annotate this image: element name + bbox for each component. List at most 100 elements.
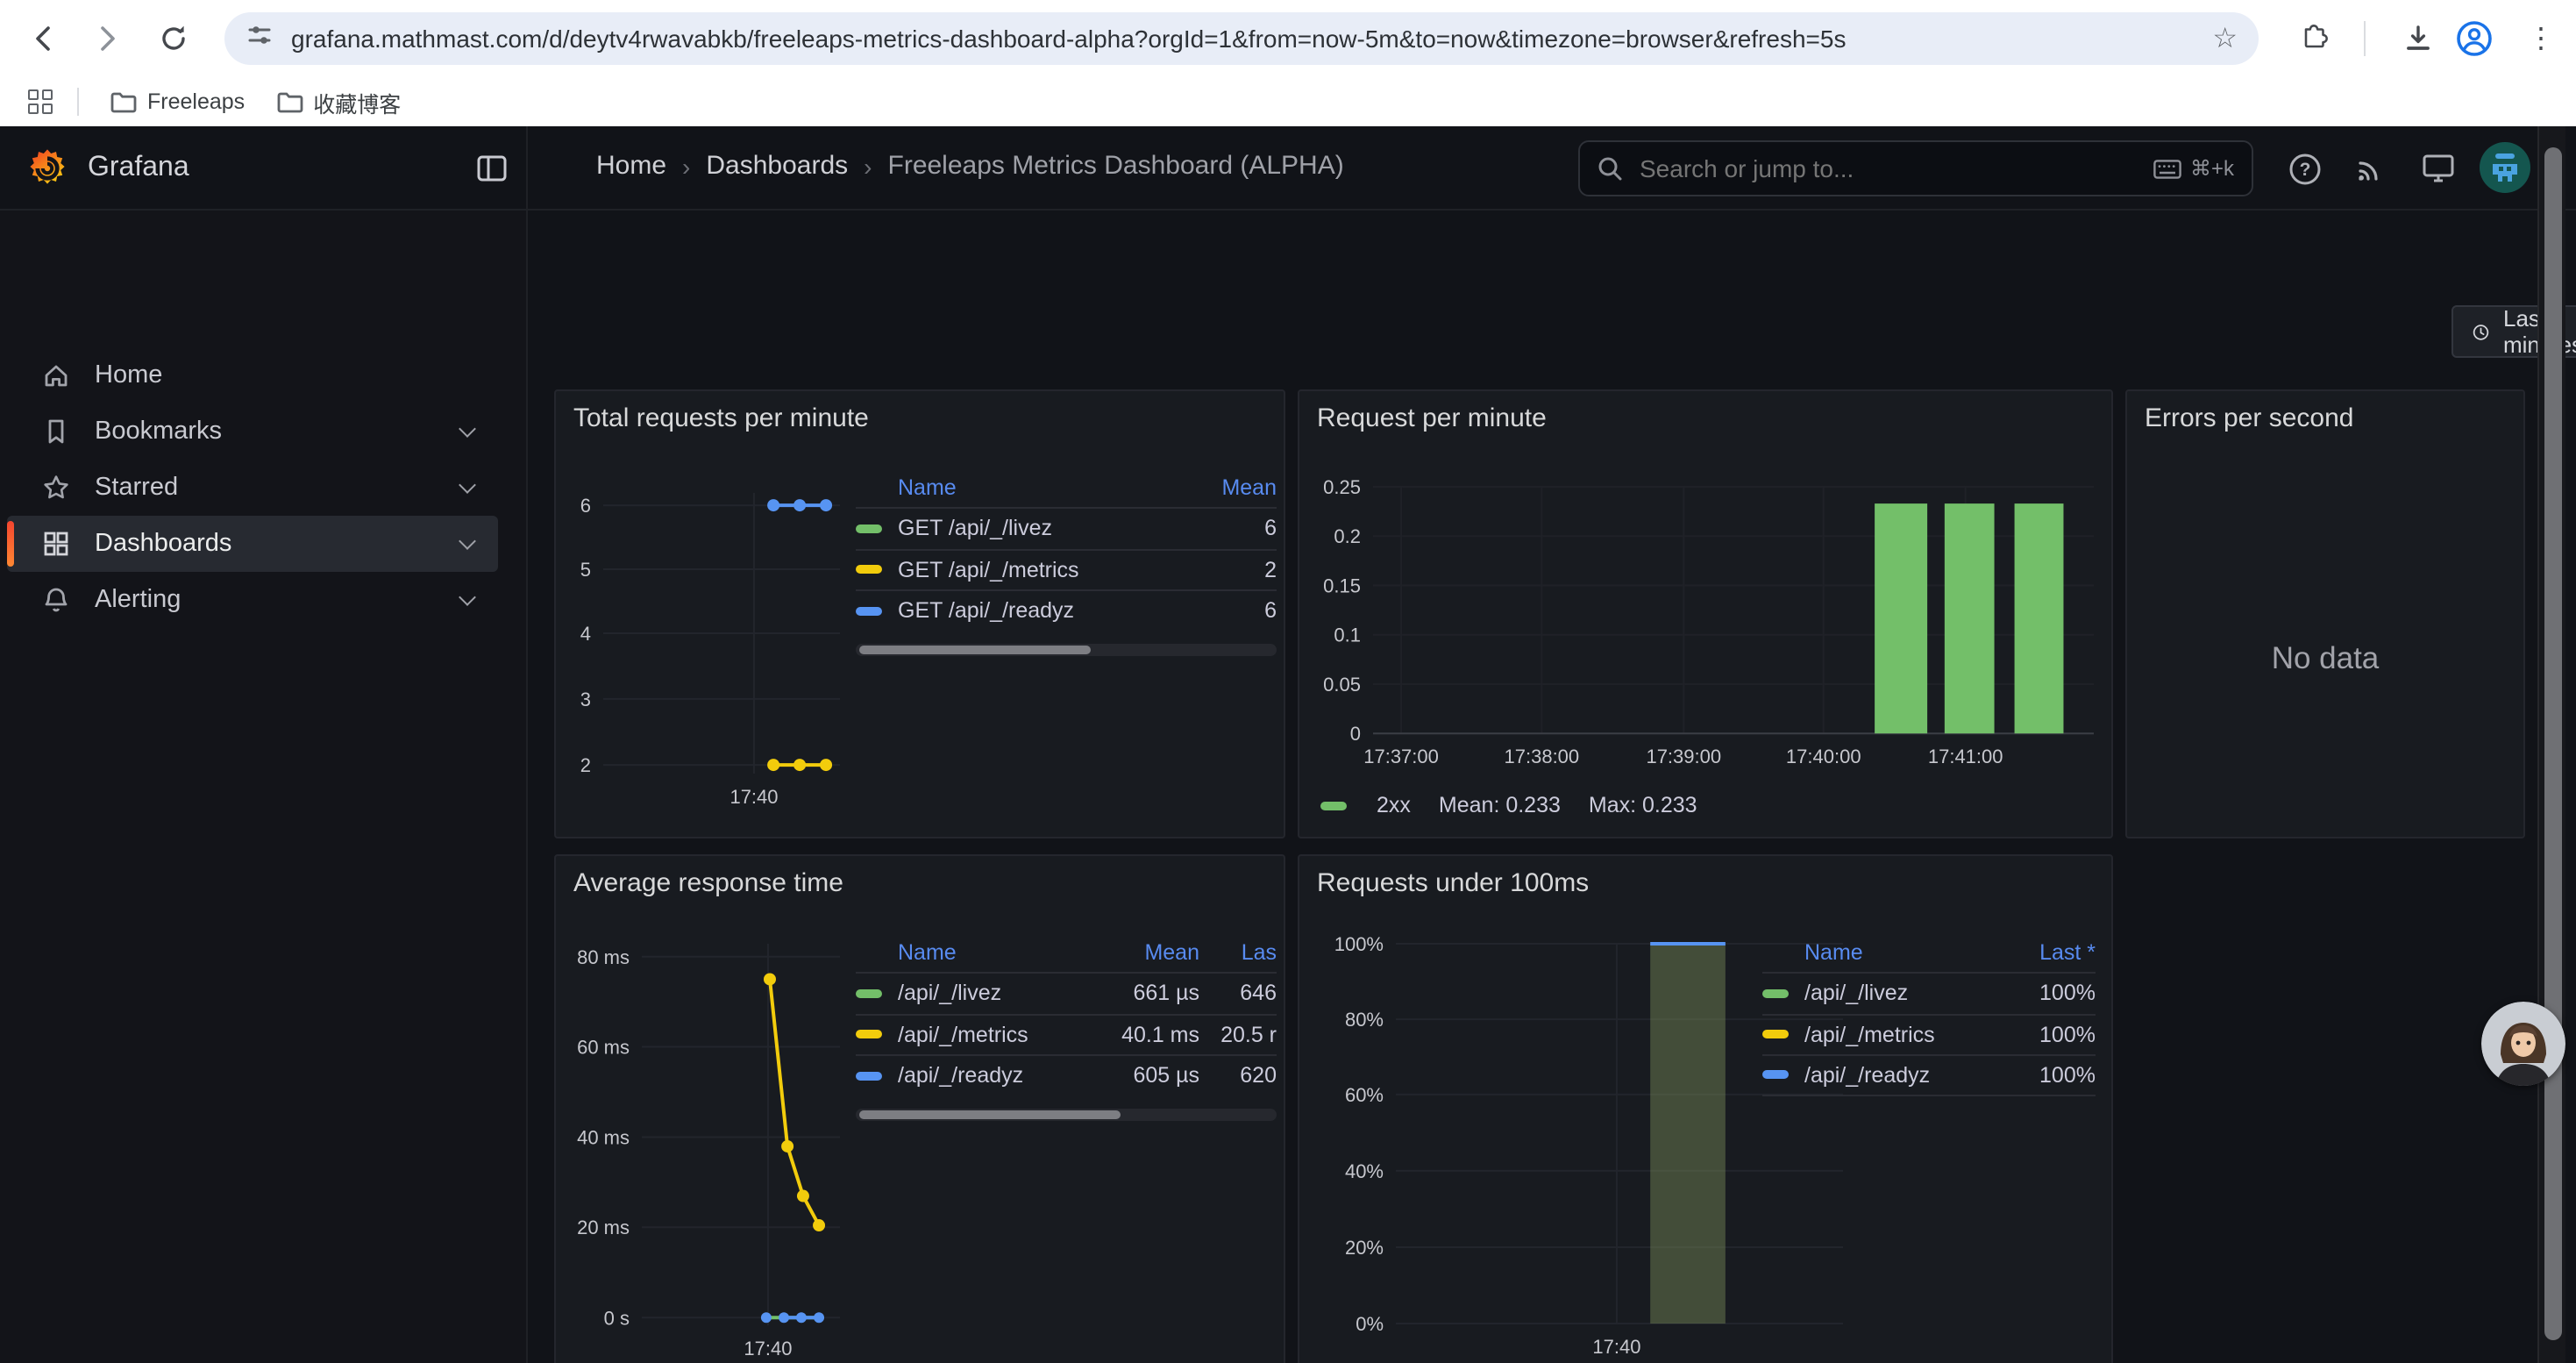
- panel-title[interactable]: Errors per second: [2145, 403, 2353, 433]
- kebab-menu-icon[interactable]: ⋮: [2522, 19, 2560, 58]
- home-icon: [42, 361, 70, 389]
- extensions-icon[interactable]: [2297, 19, 2336, 58]
- panel-title[interactable]: Requests under 100ms: [1317, 868, 1589, 898]
- sidebar: Home Bookmarks Starred Dashboards Alerti: [0, 211, 526, 1363]
- monitor-icon[interactable]: [2416, 147, 2459, 189]
- apps-grid-icon[interactable]: [28, 89, 53, 114]
- apps-icon: [42, 530, 70, 558]
- series-last: 100%: [2011, 1023, 2096, 1047]
- series-mean: 6: [1178, 599, 1277, 624]
- chart-total-requests[interactable]: 6543217:40: [556, 472, 907, 831]
- site-settings-icon[interactable]: [246, 20, 274, 57]
- svg-text:0.2: 0.2: [1334, 525, 1361, 547]
- bookmark-star-icon[interactable]: ☆: [2212, 21, 2238, 56]
- series-name[interactable]: GET /api/_/metrics: [898, 558, 1178, 582]
- search-input[interactable]: [1636, 153, 2139, 184]
- svg-text:0.1: 0.1: [1334, 624, 1361, 646]
- legend-row: /api/_/livez 661 µs 646: [856, 972, 1277, 1013]
- series-chip: [1762, 1031, 1789, 1039]
- legend-header-mean[interactable]: Mean: [1101, 940, 1199, 965]
- breadcrumb-separator: ›: [682, 152, 690, 180]
- svg-text:100%: 100%: [1334, 937, 1384, 955]
- search-icon: [1598, 156, 1622, 181]
- grafana-header: Grafana Home › Dashboards › Freeleaps Me…: [0, 126, 2576, 211]
- legend-header-name[interactable]: Name: [898, 475, 1178, 500]
- breadcrumb-separator: ›: [864, 152, 872, 180]
- sidebar-item-home[interactable]: Home: [7, 347, 498, 403]
- breadcrumb-dashboards[interactable]: Dashboards: [706, 151, 848, 181]
- search-box[interactable]: ⌘+k: [1578, 140, 2253, 196]
- scrollbar-thumb[interactable]: [2544, 147, 2562, 1340]
- forward-icon[interactable]: [88, 19, 126, 58]
- bookmark-folder-blogs[interactable]: 收藏博客: [276, 85, 401, 118]
- sidebar-item-bookmarks[interactable]: Bookmarks: [7, 403, 498, 460]
- chart-request-per-minute[interactable]: 0.250.20.150.10.05017:37:0017:38:0017:39…: [1299, 472, 2115, 788]
- legend-header: Name Mean Las: [856, 933, 1277, 972]
- legend-row: /api/_/metrics 100%: [1762, 1013, 2096, 1054]
- chevron-down-icon[interactable]: [459, 420, 476, 438]
- sidebar-item-starred[interactable]: Starred: [7, 460, 498, 516]
- legend-header-name[interactable]: Name: [1804, 940, 2011, 965]
- dock-toggle-icon[interactable]: [477, 154, 507, 191]
- grafana-logo[interactable]: [26, 147, 68, 189]
- folder-icon: [276, 90, 302, 113]
- bookmarks-divider: [77, 88, 79, 116]
- dashboard-main: ☆ Export Share Last 5 minutes: [526, 211, 2537, 1363]
- series-mean: 605 µs: [1101, 1064, 1199, 1088]
- breadcrumb-home[interactable]: Home: [596, 151, 666, 181]
- sidebar-item-alerting[interactable]: Alerting: [7, 572, 498, 628]
- svg-text:17:38:00: 17:38:00: [1505, 746, 1580, 767]
- sidebar-item-dashboards[interactable]: Dashboards: [7, 516, 498, 572]
- legend-header-last[interactable]: Las: [1199, 940, 1277, 965]
- series-name[interactable]: GET /api/_/readyz: [898, 599, 1178, 624]
- series-name[interactable]: /api/_/metrics: [1804, 1023, 2011, 1047]
- floating-assistant-avatar[interactable]: [2481, 1002, 2565, 1086]
- svg-text:5: 5: [580, 559, 591, 581]
- legend-table: Name Last * /api/_/livez 100% /api/_/met…: [1762, 933, 2096, 1095]
- series-chip: [856, 607, 882, 616]
- sidebar-item-label: Home: [95, 361, 162, 389]
- svg-text:40 ms: 40 ms: [577, 1127, 630, 1149]
- series-name[interactable]: /api/_/livez: [1804, 981, 2011, 1006]
- chevron-down-icon[interactable]: [459, 476, 476, 494]
- bookmark-label: Freeleaps: [147, 89, 245, 114]
- legend-header-name[interactable]: Name: [898, 940, 1101, 965]
- svg-text:0.05: 0.05: [1323, 674, 1361, 696]
- legend-header-mean[interactable]: Mean: [1178, 475, 1277, 500]
- svg-text:17:40: 17:40: [1592, 1336, 1640, 1358]
- page-scrollbar[interactable]: [2537, 126, 2565, 1363]
- chart-average-response-time[interactable]: 80 ms60 ms40 ms20 ms0 s17:40: [556, 937, 907, 1363]
- series-name[interactable]: /api/_/metrics: [898, 1023, 1101, 1047]
- url-field[interactable]: grafana.mathmast.com/d/deytv4rwavabkb/fr…: [291, 25, 2198, 53]
- legend-scrollbar[interactable]: [856, 1108, 1277, 1120]
- bookmark-folder-freeleaps[interactable]: Freeleaps: [110, 89, 245, 114]
- chevron-down-icon[interactable]: [459, 532, 476, 550]
- svg-text:0%: 0%: [1356, 1313, 1384, 1335]
- back-icon[interactable]: [25, 19, 63, 58]
- panel-title[interactable]: Request per minute: [1317, 403, 1547, 433]
- panel-title[interactable]: Total requests per minute: [573, 403, 869, 433]
- brand-name: Grafana: [88, 153, 189, 184]
- user-avatar[interactable]: [2480, 142, 2530, 193]
- legend-scrollbar[interactable]: [856, 643, 1277, 655]
- series-name[interactable]: /api/_/readyz: [898, 1064, 1101, 1088]
- legend-row: GET /api/_/metrics 2: [856, 548, 1277, 589]
- series-name[interactable]: /api/_/livez: [898, 981, 1101, 1006]
- svg-text:4: 4: [580, 623, 591, 645]
- legend-header-last[interactable]: Last *: [2011, 940, 2096, 965]
- chevron-down-icon[interactable]: [459, 589, 476, 606]
- series-name[interactable]: GET /api/_/livez: [898, 517, 1178, 541]
- folder-icon: [110, 90, 137, 113]
- panel-title[interactable]: Average response time: [573, 868, 843, 898]
- series-name[interactable]: 2xx: [1377, 793, 1411, 817]
- series-last: 100%: [2011, 1063, 2096, 1088]
- svg-text:0.25: 0.25: [1323, 476, 1361, 498]
- series-chip: [1320, 801, 1347, 810]
- reload-icon[interactable]: [154, 19, 193, 58]
- profile-icon[interactable]: [2455, 19, 2494, 58]
- help-icon[interactable]: ?: [2283, 147, 2325, 189]
- news-icon[interactable]: [2350, 147, 2392, 189]
- omnibox[interactable]: grafana.mathmast.com/d/deytv4rwavabkb/fr…: [224, 12, 2259, 65]
- download-icon[interactable]: [2399, 19, 2437, 58]
- series-name[interactable]: /api/_/readyz: [1804, 1063, 2011, 1088]
